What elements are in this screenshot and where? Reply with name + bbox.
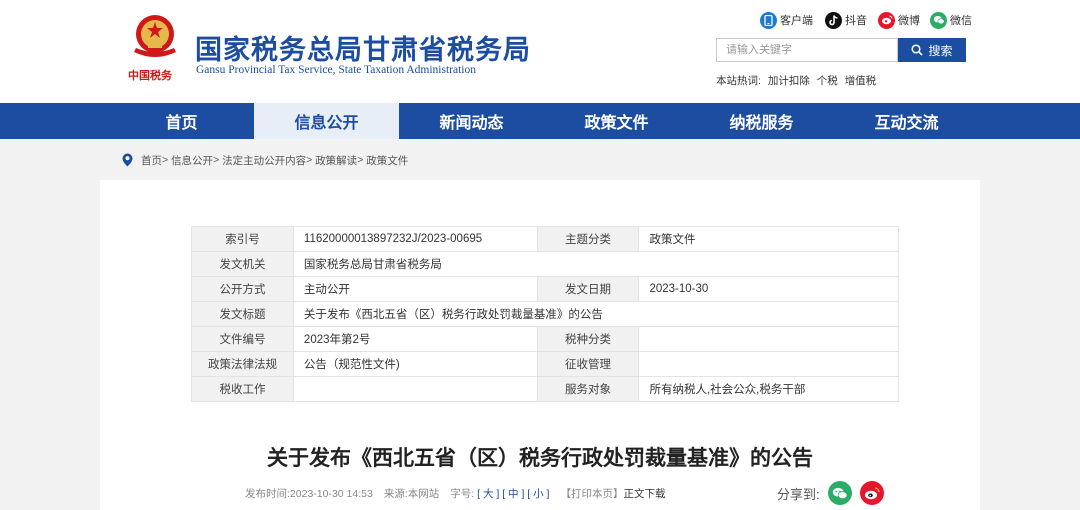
field-label: 征收管理	[536, 351, 640, 377]
field-label: 政策法律法规	[191, 351, 294, 377]
social-client-label: 客户端	[780, 15, 813, 27]
article-meta: 发布时间: 2023-10-30 14:53 来源: 本网站 字号: [ 大 ]…	[245, 486, 666, 501]
social-douyin-label: 抖音	[845, 15, 867, 27]
search-button-label: 搜索	[928, 43, 953, 58]
field-label: 公开方式	[191, 276, 294, 302]
table-row: 索引号 11620000013897232J/2023-00695 主题分类 政…	[191, 226, 899, 252]
hot-word-link[interactable]: 增值税	[845, 75, 877, 87]
field-value	[638, 326, 899, 352]
published-date: 2023-10-30 14:53	[289, 487, 373, 500]
field-label: 发文日期	[536, 276, 640, 302]
table-row: 税收工作 服务对象 所有纳税人,社会公众,税务干部	[191, 376, 899, 402]
social-weibo-label: 微博	[898, 15, 920, 27]
field-label: 索引号	[191, 226, 294, 252]
field-label: 主题分类	[536, 226, 640, 252]
nav-item-news[interactable]: 新闻动态	[399, 103, 544, 139]
field-value: 关于发布《西北五省（区）税务行政处罚裁量基准》的公告	[292, 301, 900, 327]
douyin-icon	[825, 11, 842, 29]
site-title[interactable]: 国家税务总局甘肃省税务局	[195, 28, 531, 67]
field-value: 主动公开	[292, 276, 538, 302]
print-button[interactable]: 【打印本页】	[560, 486, 623, 501]
document-info-table: 索引号 11620000013897232J/2023-00695 主题分类 政…	[191, 226, 900, 402]
share-label: 分享到:	[777, 486, 820, 502]
mobile-client-icon	[760, 11, 777, 29]
nav-item-info-disclosure[interactable]: 信息公开	[254, 103, 399, 139]
nav-item-tax-service[interactable]: 纳税服务	[689, 103, 834, 139]
field-value: 公告（规范性文件)	[292, 351, 538, 377]
table-row: 发文标题 关于发布《西北五省（区）税务行政处罚裁量基准》的公告	[191, 301, 900, 327]
nav-item-home[interactable]: 首页	[109, 103, 254, 139]
table-row: 政策法律法规 公告（规范性文件) 征收管理	[191, 351, 899, 377]
site-header: 中国税务 国家税务总局甘肃省税务局 Gansu Provincial Tax S…	[0, 0, 1080, 103]
field-value: 2023-10-30	[638, 276, 899, 302]
search-button[interactable]: 搜索	[898, 38, 966, 62]
font-size-large[interactable]: 大	[483, 486, 494, 501]
font-size-medium[interactable]: 中	[508, 486, 519, 501]
share-bar: 分享到:	[777, 481, 884, 505]
download-button[interactable]: 正文下载	[623, 486, 665, 501]
weibo-icon	[878, 11, 895, 29]
field-value	[638, 351, 899, 377]
field-label: 税种分类	[536, 326, 640, 352]
nav-item-policy[interactable]: 政策文件	[544, 103, 689, 139]
share-weibo-icon[interactable]	[859, 481, 884, 505]
article-panel: 索引号 11620000013897232J/2023-00695 主题分类 政…	[100, 180, 980, 510]
source-label: 来源:	[383, 488, 408, 500]
hot-word-link[interactable]: 加计扣除	[768, 75, 810, 87]
field-value: 政策文件	[638, 226, 899, 252]
social-wechat-link[interactable]: 微信	[930, 10, 972, 30]
field-value: 2023年第2号	[292, 326, 538, 352]
field-label: 服务对象	[536, 376, 640, 402]
breadcrumb: 首页 > 信息公开 > 法定主动公开内容 > 政策解读 > 政策文件	[122, 152, 408, 168]
wechat-icon	[930, 11, 947, 29]
hot-words: 本站热词: 加计扣除 个税 增值税	[716, 73, 880, 88]
field-label: 税收工作	[191, 376, 294, 402]
article-title: 关于发布《西北五省（区）税务行政处罚裁量基准》的公告	[267, 446, 813, 470]
font-size-label: 字号:	[450, 488, 475, 500]
breadcrumb-link[interactable]: 法定主动公开内容	[222, 153, 306, 168]
national-emblem-icon	[134, 15, 176, 57]
breadcrumb-link[interactable]: 政策文件	[366, 153, 408, 168]
font-size-small[interactable]: 小	[533, 486, 544, 501]
field-label: 发文机关	[191, 251, 294, 277]
breadcrumb-link[interactable]: 信息公开	[171, 153, 213, 168]
social-weibo-link[interactable]: 微博	[878, 10, 920, 30]
breadcrumb-link[interactable]: 政策解读	[315, 153, 357, 168]
hot-words-label: 本站热词:	[716, 75, 761, 87]
field-value: 国家税务总局甘肃省税务局	[292, 251, 900, 277]
field-label: 文件编号	[191, 326, 294, 352]
social-wechat-label: 微信	[950, 15, 972, 27]
site-subtitle: Gansu Provincial Tax Service, State Taxa…	[196, 64, 476, 76]
published-label: 发布时间:	[245, 488, 290, 500]
source-value: 本网站	[407, 488, 440, 500]
hot-word-link[interactable]: 个税	[817, 75, 838, 87]
main-nav: 首页 信息公开 新闻动态 政策文件 纳税服务 互动交流	[0, 103, 1080, 139]
table-row: 发文机关 国家税务总局甘肃省税务局	[191, 251, 900, 277]
field-value: 11620000013897232J/2023-00695	[292, 226, 538, 252]
field-value	[292, 376, 538, 402]
search-input[interactable]: 请输入关键字	[716, 38, 898, 62]
breadcrumb-link[interactable]: 首页	[141, 153, 162, 168]
nav-item-interaction[interactable]: 互动交流	[834, 103, 979, 139]
social-client-link[interactable]: 客户端	[760, 10, 813, 30]
field-label: 发文标题	[191, 301, 294, 327]
table-row: 公开方式 主动公开 发文日期 2023-10-30	[191, 276, 899, 302]
share-wechat-icon[interactable]	[827, 481, 852, 505]
china-tax-logo: 中国税务	[128, 69, 172, 82]
location-pin-icon	[122, 153, 133, 167]
social-douyin-link[interactable]: 抖音	[825, 10, 867, 30]
table-row: 文件编号 2023年第2号 税种分类	[191, 326, 899, 352]
search-icon	[911, 44, 924, 56]
field-value: 所有纳税人,社会公众,税务干部	[638, 376, 899, 402]
